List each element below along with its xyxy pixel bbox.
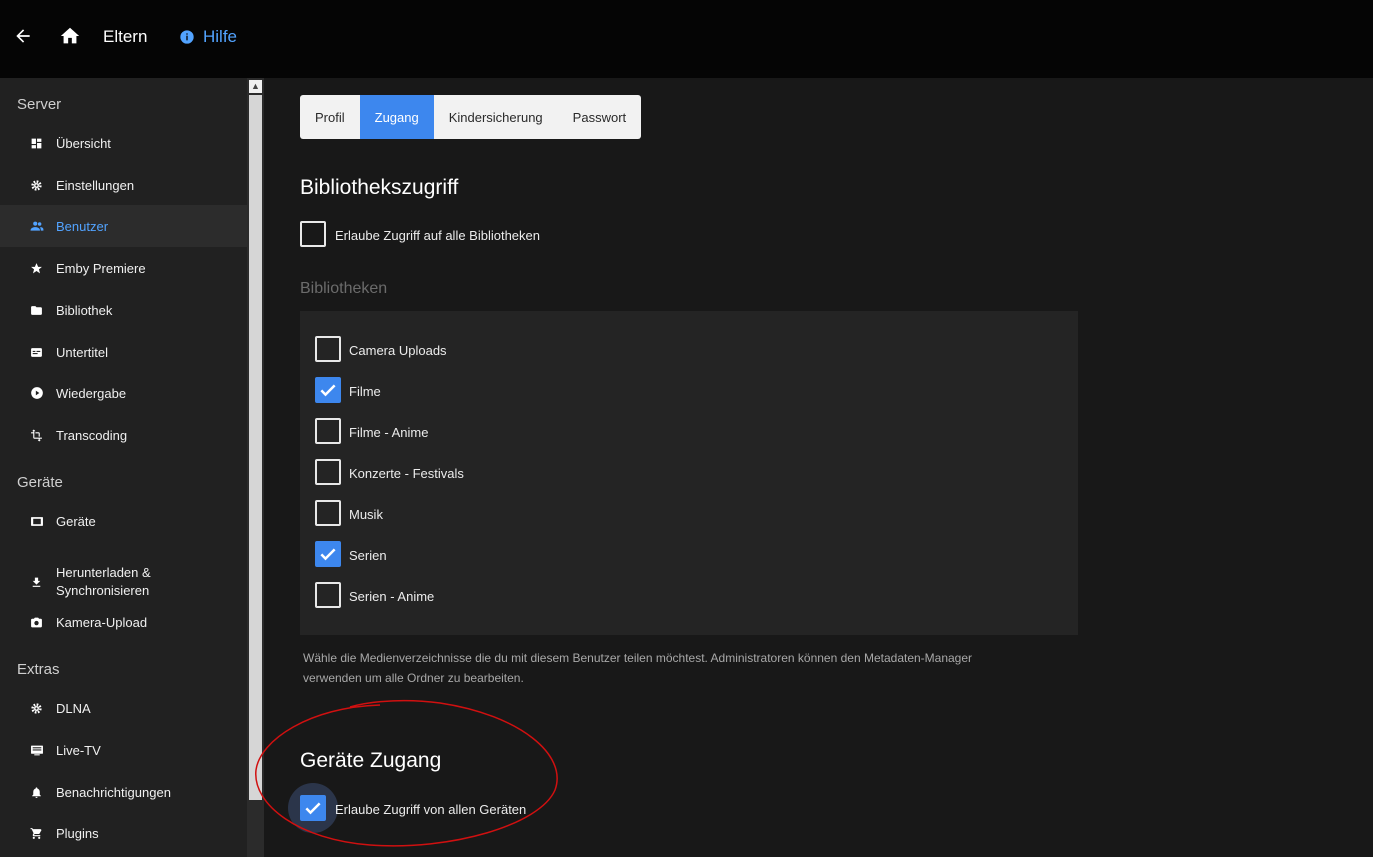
library-checkbox-camera-uploads[interactable]	[315, 336, 341, 362]
library-access-heading: Bibliothekszugriff	[300, 176, 459, 199]
label-line: Synchronisieren	[56, 583, 150, 598]
sidebar-item-uebersicht[interactable]: Übersicht	[0, 122, 247, 164]
sidebar-section-server: Server	[17, 96, 62, 113]
sidebar-item-geraete[interactable]: Geräte	[0, 500, 247, 542]
camera-icon	[29, 615, 44, 630]
sidebar-section-extras: Extras	[17, 661, 60, 678]
gear-icon	[29, 178, 44, 193]
transform-icon	[29, 428, 44, 443]
label-line: Herunterladen &	[56, 565, 151, 580]
sidebar-item-label: Emby Premiere	[56, 260, 146, 276]
dashboard-icon	[29, 136, 44, 151]
sidebar-item-label: DLNA	[56, 700, 91, 716]
sidebar-item-benutzer[interactable]: Benutzer	[0, 205, 247, 247]
sidebar-item-label: Untertitel	[56, 344, 109, 360]
app-header: Eltern Hilfe	[0, 0, 1373, 78]
sidebar-item-bibliothek[interactable]: Bibliothek	[0, 289, 247, 331]
help-label: Hilfe	[203, 27, 238, 46]
checkmark-icon	[320, 548, 336, 561]
library-label: Camera Uploads	[349, 343, 447, 358]
sidebar-item-label: Übersicht	[56, 135, 111, 151]
bell-icon	[29, 785, 44, 800]
sidebar-item-label: Benachrichtigungen	[56, 784, 171, 800]
sidebar-section-geraete: Geräte	[17, 474, 63, 491]
sidebar-item-label: Bibliothek	[56, 302, 113, 318]
subtitles-icon	[29, 345, 44, 360]
sidebar-item-plugins[interactable]: Plugins	[0, 812, 247, 854]
checkmark-icon	[305, 802, 321, 815]
sidebar-item-herunterladen[interactable]: Herunterladen & Synchronisieren	[0, 557, 247, 607]
library-checkbox-musik[interactable]	[315, 500, 341, 526]
play-circle-icon	[29, 386, 44, 401]
tab-kindersicherung[interactable]: Kindersicherung	[434, 95, 558, 139]
sidebar-item-einstellungen[interactable]: Einstellungen	[0, 164, 247, 206]
library-checkbox-serien[interactable]	[315, 541, 341, 567]
library-label: Musik	[349, 507, 383, 522]
sidebar-item-label: Benutzer	[56, 218, 109, 234]
home-button[interactable]	[56, 22, 84, 50]
sidebar-item-label: Herunterladen & Synchronisieren	[56, 564, 151, 600]
libraries-heading: Bibliotheken	[300, 280, 388, 297]
sidebar-item-untertitel[interactable]: Untertitel	[0, 331, 247, 373]
sidebar-item-label: Live-TV	[56, 742, 101, 758]
allow-all-libraries-label: Erlaube Zugriff auf alle Bibliotheken	[335, 228, 540, 243]
sidebar-item-emby-premiere[interactable]: Emby Premiere	[0, 247, 247, 289]
tv-icon	[29, 743, 44, 758]
home-icon	[60, 27, 80, 44]
library-label: Filme - Anime	[349, 425, 429, 440]
allow-all-devices-checkbox[interactable]	[300, 795, 326, 821]
back-button[interactable]	[9, 22, 37, 50]
download-icon	[29, 575, 44, 590]
cart-icon	[29, 826, 44, 841]
sidebar-item-kamera-upload[interactable]: Kamera-Upload	[0, 601, 247, 643]
library-checkbox-serien-anime[interactable]	[315, 582, 341, 608]
checkmark-icon	[320, 384, 336, 397]
library-checkbox-filme[interactable]	[315, 377, 341, 403]
folder-icon	[29, 303, 44, 318]
sidebar-item-transcoding[interactable]: Transcoding	[0, 414, 247, 456]
sidebar-item-wiedergabe[interactable]: Wiedergabe	[0, 372, 247, 414]
sidebar-item-label: Kamera-Upload	[56, 614, 148, 630]
library-label: Serien	[349, 548, 387, 563]
info-icon	[180, 30, 194, 44]
library-checkbox-filme-anime[interactable]	[315, 418, 341, 444]
allow-all-libraries-checkbox[interactable]	[300, 221, 326, 247]
sidebar-item-label: Geräte	[56, 513, 96, 529]
scroll-up-arrow-icon[interactable]: ▲	[249, 80, 262, 93]
people-icon	[29, 219, 44, 234]
star-icon	[29, 261, 44, 276]
library-checkbox-konzerte-festivals[interactable]	[315, 459, 341, 485]
sidebar-item-label: Plugins	[56, 825, 99, 841]
sidebar: Server Übersicht Einstellungen Benutzer …	[0, 78, 247, 857]
device-access-heading: Geräte Zugang	[300, 749, 442, 772]
library-label: Serien - Anime	[349, 589, 435, 604]
sidebar-item-label: Wiedergabe	[56, 385, 127, 401]
sidebar-item-benachrichtigungen[interactable]: Benachrichtigungen	[0, 771, 247, 813]
sidebar-item-label: Einstellungen	[56, 177, 135, 193]
scrollbar-thumb[interactable]	[249, 95, 262, 800]
tablet-icon	[29, 514, 44, 529]
sidebar-item-label: Transcoding	[56, 427, 128, 443]
tab-zugang[interactable]: Zugang	[359, 95, 434, 139]
sidebar-item-dlna[interactable]: DLNA	[0, 687, 247, 729]
gear-icon	[29, 701, 44, 716]
tab-passwort[interactable]: Passwort	[558, 95, 641, 139]
library-label: Filme	[349, 384, 381, 399]
annotation-ellipse	[255, 699, 558, 847]
help-line: verwenden um alle Ordner zu bearbeiten.	[303, 671, 524, 685]
libraries-help-text: Wähle die Medienverzeichnisse die du mit…	[303, 648, 1083, 688]
help-link[interactable]: Hilfe	[179, 27, 237, 47]
allow-all-devices-label: Erlaube Zugriff von allen Geräten	[335, 802, 527, 817]
sidebar-item-live-tv[interactable]: Live-TV	[0, 729, 247, 771]
library-label: Konzerte - Festivals	[349, 466, 464, 481]
user-tabs: Profil Zugang Kindersicherung Passwort	[300, 95, 642, 139]
tab-profil[interactable]: Profil	[300, 95, 360, 139]
arrow-left-icon	[16, 29, 30, 43]
page-title: Eltern	[103, 27, 148, 46]
help-line: Wähle die Medienverzeichnisse die du mit…	[303, 651, 973, 665]
